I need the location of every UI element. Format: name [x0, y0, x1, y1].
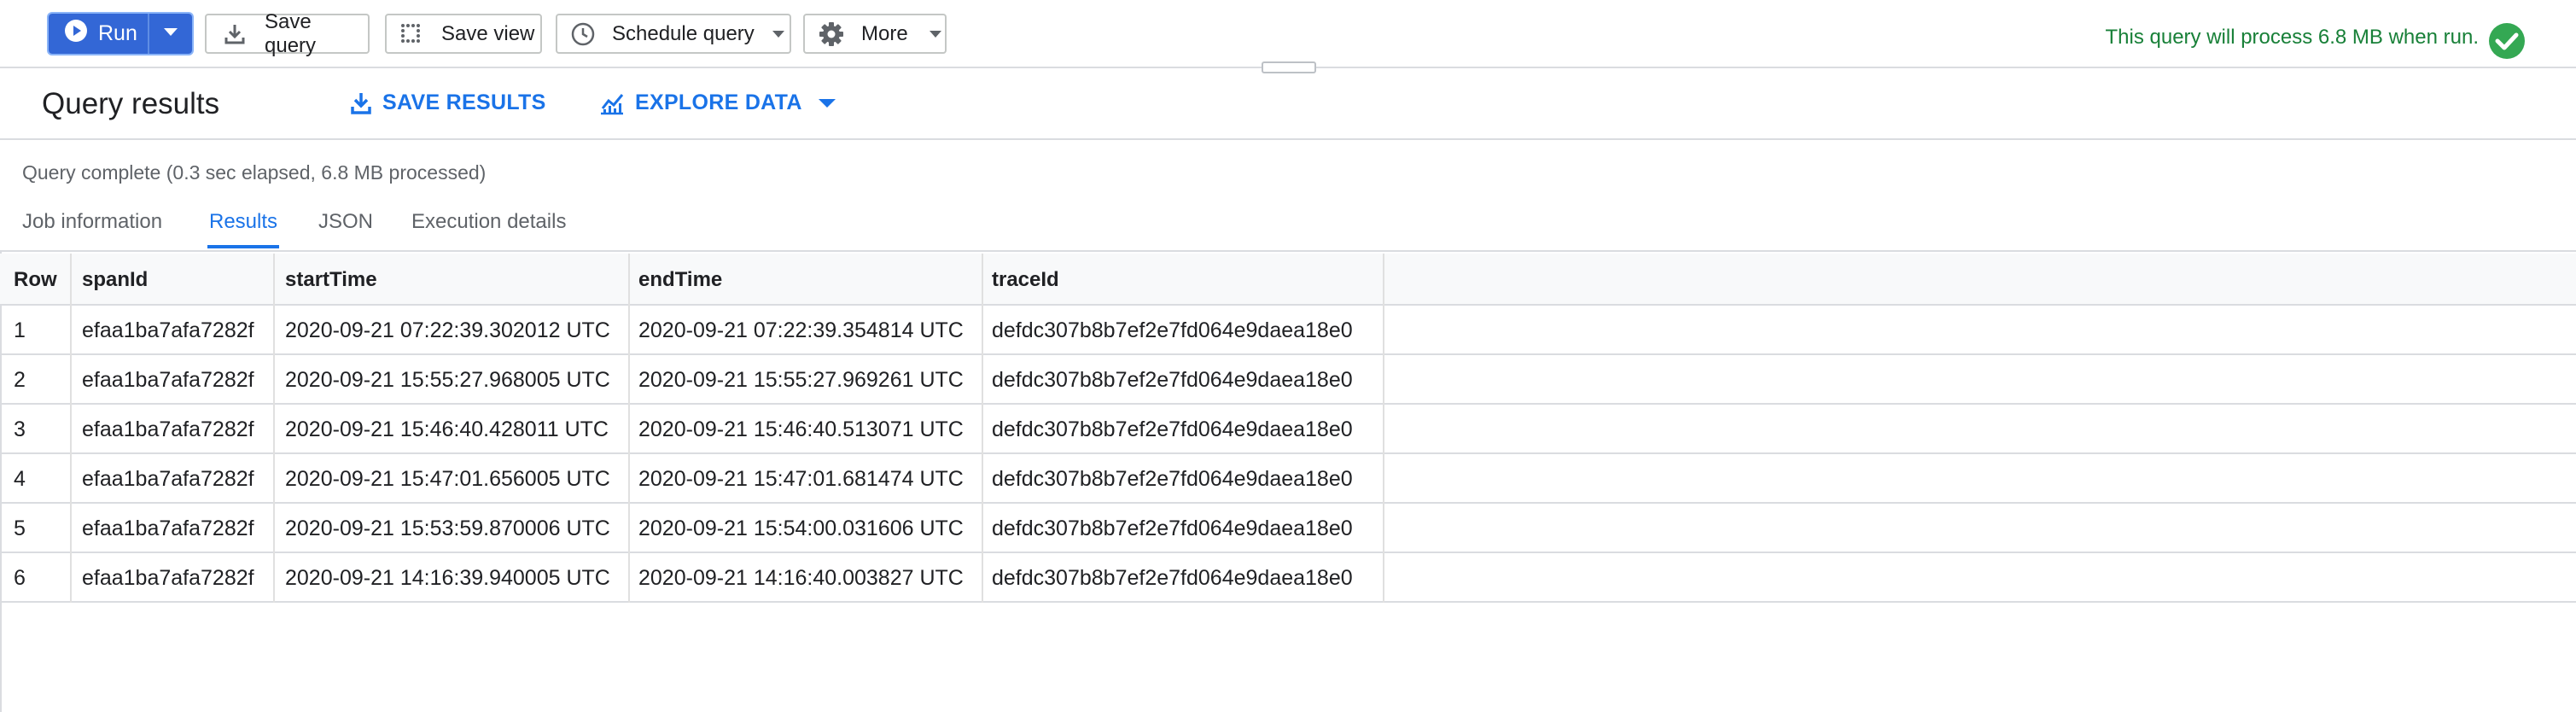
cell-row: 2 [14, 367, 26, 392]
results-table: Row spanId startTime endTime traceId 1 efaa1ba… [0, 250, 2576, 712]
row-divider [0, 601, 2576, 603]
query-toolbar: Run Save query Save view Schedule query … [0, 0, 2576, 68]
tab-execution-details[interactable]: Execution details [411, 210, 566, 234]
cell-end-time: 2020-09-21 07:22:39.354814 UTC [638, 318, 964, 342]
chevron-down-icon [929, 30, 942, 38]
clock-icon [571, 22, 595, 46]
caret-down-icon [818, 98, 836, 108]
cell-span-id: efaa1ba7afa7282f [82, 565, 254, 590]
cell-row: 5 [14, 516, 26, 540]
save-view-label: Save view [441, 21, 535, 45]
more-button[interactable]: More [803, 14, 947, 54]
column-divider[interactable] [982, 254, 983, 603]
cell-row: 6 [14, 565, 26, 590]
download-icon [350, 91, 372, 115]
column-header-trace-id: traceId [992, 267, 1059, 291]
results-tabs: Job information Results JSON Execution d… [0, 201, 2576, 251]
cell-trace-id: defdc307b8b7ef2e7fd064e9daea18e0 [992, 516, 1353, 540]
table-row: 4 efaa1ba7afa7282f 2020-09-21 15:47:01.656… [0, 454, 2576, 504]
run-button[interactable]: Run [49, 14, 149, 54]
cell-row: 1 [14, 318, 26, 342]
cell-trace-id: defdc307b8b7ef2e7fd064e9daea18e0 [992, 565, 1353, 590]
save-view-button[interactable]: Save view [385, 14, 542, 54]
run-menu-button[interactable] [149, 14, 192, 54]
cell-row: 3 [14, 417, 26, 441]
save-query-button[interactable]: Save query [205, 10, 370, 57]
column-header-start-time: startTime [285, 267, 377, 291]
active-tab-indicator [207, 245, 279, 248]
cell-end-time: 2020-09-21 15:54:00.031606 UTC [638, 516, 964, 540]
tab-job-information[interactable]: Job information [22, 210, 162, 234]
schedule-query-button[interactable]: Schedule query [556, 14, 791, 54]
save-results-label: SAVE RESULTS [382, 90, 546, 114]
save-query-label: Save query [265, 9, 317, 57]
cell-end-time: 2020-09-21 15:55:27.969261 UTC [638, 367, 964, 392]
tab-json[interactable]: JSON [318, 210, 373, 234]
query-status: Query complete (0.3 sec elapsed, 6.8 MB … [22, 161, 487, 184]
results-header: Query results SAVE RESULTS EXPLORE DATA [0, 70, 2576, 140]
column-divider[interactable] [1383, 254, 1384, 603]
column-divider[interactable] [273, 254, 275, 603]
cell-start-time: 2020-09-21 14:16:39.940005 UTC [285, 565, 610, 590]
gear-icon [819, 21, 844, 47]
chart-icon [599, 91, 625, 115]
table-row: 1 efaa1ba7afa7282f 2020-09-21 07:22:39.302… [0, 306, 2576, 355]
run-button-group: Run [49, 14, 192, 54]
schedule-query-label: Schedule query [612, 21, 755, 45]
explore-data-button[interactable]: EXPLORE DATA [599, 90, 836, 115]
chevron-down-icon [772, 30, 785, 38]
run-label: Run [98, 21, 137, 45]
download-icon [224, 23, 246, 45]
cell-start-time: 2020-09-21 07:22:39.302012 UTC [285, 318, 610, 342]
more-label: More [861, 21, 908, 45]
table-row: 2 efaa1ba7afa7282f 2020-09-21 15:55:27.968… [0, 355, 2576, 405]
cell-trace-id: defdc307b8b7ef2e7fd064e9daea18e0 [992, 466, 1353, 491]
cell-span-id: efaa1ba7afa7282f [82, 466, 254, 491]
cell-start-time: 2020-09-21 15:47:01.656005 UTC [285, 466, 610, 491]
column-header-end-time: endTime [638, 267, 723, 291]
cell-span-id: efaa1ba7afa7282f [82, 367, 254, 392]
page-title: Query results [42, 87, 220, 120]
column-divider[interactable] [628, 254, 630, 603]
column-header-span-id: spanId [82, 267, 149, 291]
save-results-button[interactable]: SAVE RESULTS [350, 90, 546, 115]
cell-trace-id: defdc307b8b7ef2e7fd064e9daea18e0 [992, 318, 1353, 342]
check-circle-icon [2488, 22, 2526, 60]
cell-start-time: 2020-09-21 15:46:40.428011 UTC [285, 417, 609, 441]
cell-trace-id: defdc307b8b7ef2e7fd064e9daea18e0 [992, 367, 1353, 392]
grid-dots-icon [400, 23, 423, 45]
caret-down-icon [163, 26, 178, 42]
cell-end-time: 2020-09-21 15:47:01.681474 UTC [638, 466, 964, 491]
cell-end-time: 2020-09-21 15:46:40.513071 UTC [638, 417, 964, 441]
cell-trace-id: defdc307b8b7ef2e7fd064e9daea18e0 [992, 417, 1353, 441]
column-divider[interactable] [70, 254, 72, 603]
table-row: 6 efaa1ba7afa7282f 2020-09-21 14:16:39.940… [0, 553, 2576, 603]
table-header-row [0, 254, 2576, 306]
cell-start-time: 2020-09-21 15:55:27.968005 UTC [285, 367, 610, 392]
column-header-row: Row [14, 267, 57, 291]
explore-data-label: EXPLORE DATA [635, 90, 802, 114]
tab-results[interactable]: Results [209, 210, 277, 234]
cell-row: 4 [14, 466, 26, 491]
table-row: 3 efaa1ba7afa7282f 2020-09-21 15:46:40.428… [0, 405, 2576, 454]
cell-start-time: 2020-09-21 15:53:59.870006 UTC [285, 516, 610, 540]
table-row: 5 efaa1ba7afa7282f 2020-09-21 15:53:59.870… [0, 504, 2576, 553]
cell-span-id: efaa1ba7afa7282f [82, 318, 254, 342]
process-notice: This query will process 6.8 MB when run. [2105, 26, 2479, 49]
play-circle-icon [64, 19, 88, 49]
cell-end-time: 2020-09-21 14:16:40.003827 UTC [638, 565, 964, 590]
cell-span-id: efaa1ba7afa7282f [82, 417, 254, 441]
cell-span-id: efaa1ba7afa7282f [82, 516, 254, 540]
